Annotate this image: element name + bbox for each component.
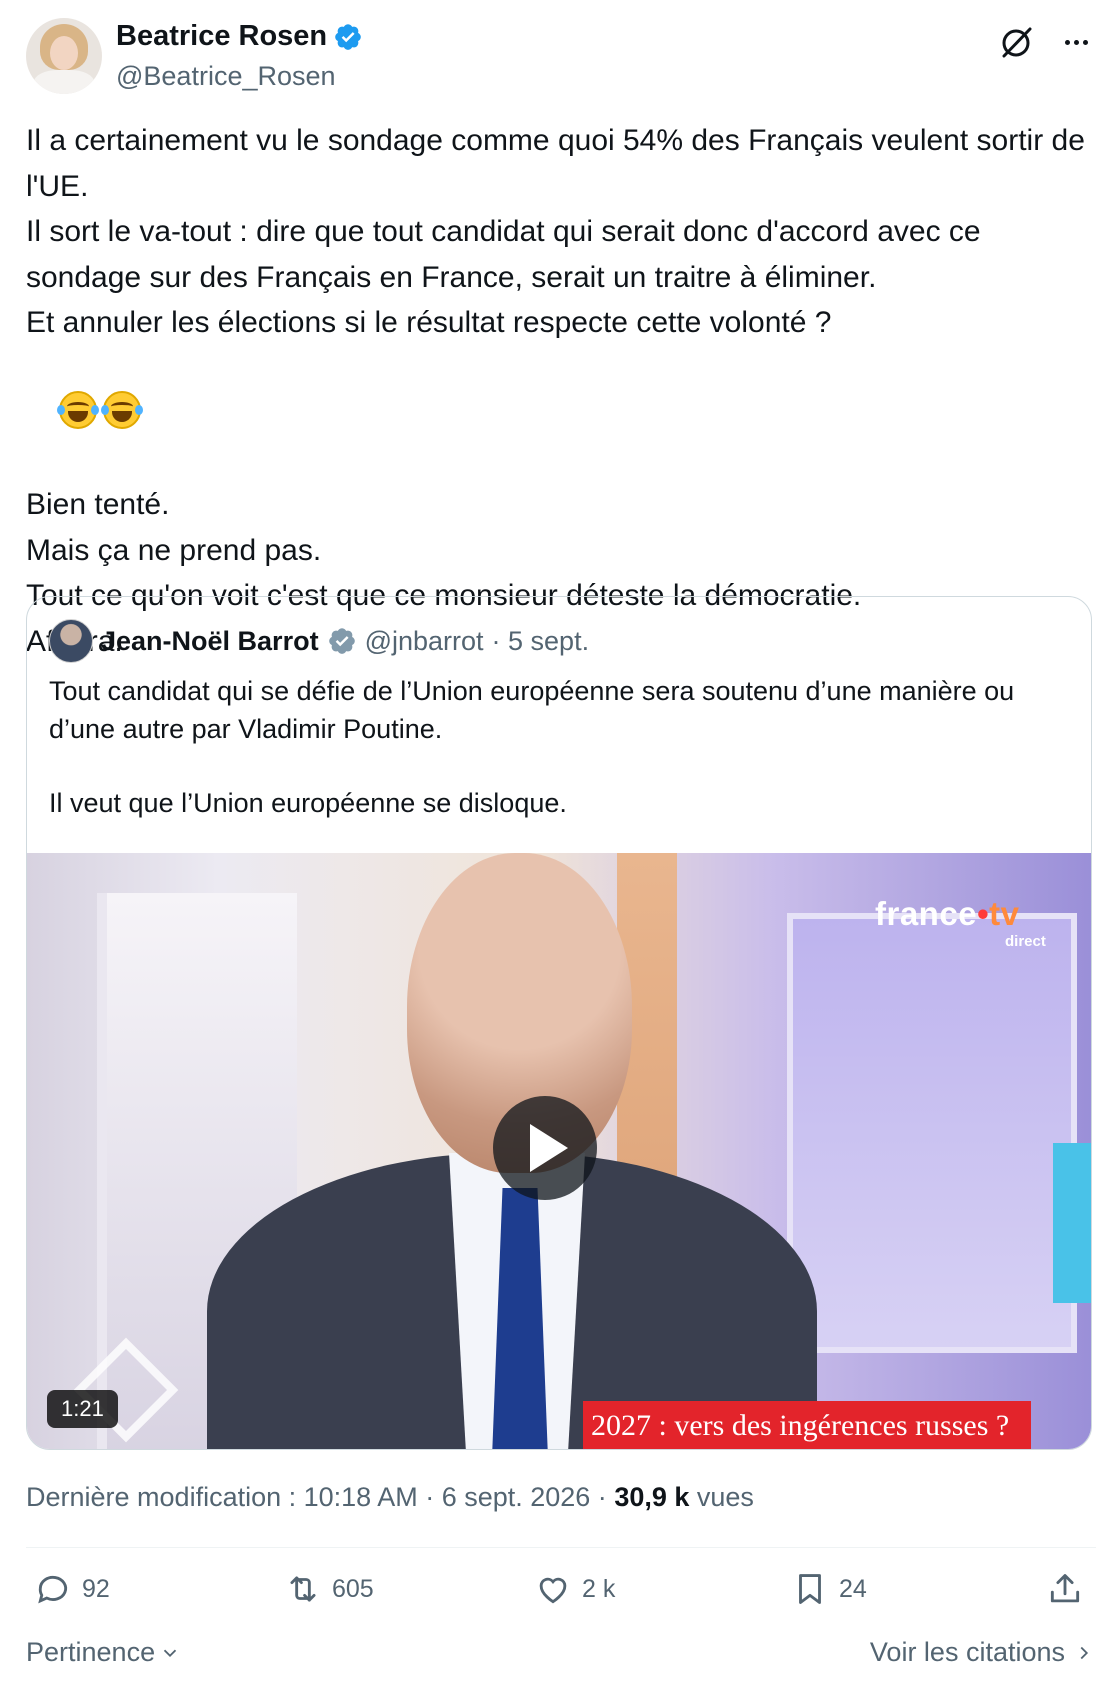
bookmark-count: 24 [839, 1574, 867, 1603]
author-avatar[interactable] [26, 18, 102, 94]
tweet-header: Beatrice Rosen @Beatrice_Rosen [26, 18, 1096, 98]
view-label: vues [689, 1482, 754, 1512]
like-button[interactable]: 2 k [534, 1570, 615, 1608]
more-options-icon[interactable] [1056, 22, 1096, 62]
avatar-face [50, 36, 78, 70]
divider [26, 1547, 1096, 1548]
face-with-tears-of-joy-icon [101, 391, 144, 429]
action-bar: 92 605 2 k 24 [26, 1570, 1096, 1630]
video-duration: 1:21 [47, 1390, 118, 1428]
tweet-line: Il sort le va-tout : dire que tout candi… [26, 215, 989, 294]
background-panel [1053, 1143, 1091, 1303]
tweet-line: Et annuler les élections si le résultat … [26, 306, 832, 339]
quoted-paragraph: Il veut que l’Union européenne se disloq… [49, 788, 567, 818]
view-quotes-link[interactable]: Voir les citations [870, 1637, 1095, 1668]
background-window [787, 913, 1077, 1353]
tweet-text: Il a certainement vu le sondage comme qu… [26, 118, 1096, 664]
share-button[interactable] [1046, 1570, 1084, 1608]
bookmark-icon [799, 1574, 821, 1604]
tweet-line: Bien tenté. [26, 488, 170, 521]
tweet-line: Mais ça ne prend pas. [26, 533, 322, 567]
heart-icon [539, 1577, 567, 1604]
sort-label: Pertinence [26, 1637, 156, 1667]
quoted-author-handle: @jnbarrot [364, 625, 484, 656]
quoted-tweet-card[interactable]: Jean-Noël Barrot @jnbarrot · 5 sept. Tou… [26, 596, 1092, 1450]
author-display-name[interactable]: Beatrice Rosen [116, 20, 327, 53]
emoji-line [26, 346, 1096, 483]
avatar-body [34, 70, 94, 94]
grok-icon[interactable] [996, 22, 1036, 62]
play-button-icon[interactable] [493, 1096, 597, 1200]
view-count: 30,9 k [614, 1482, 690, 1512]
sort-dropdown[interactable]: Pertinence [26, 1637, 181, 1668]
face-with-tears-of-joy-icon [57, 391, 100, 429]
repost-count: 605 [332, 1574, 374, 1603]
video-chyron: 2027 : vers des ingérences russes ? [583, 1401, 1031, 1449]
author-handle[interactable]: @Beatrice_Rosen [116, 61, 336, 92]
share-icon [1050, 1574, 1080, 1603]
quoted-tweet-header: Jean-Noël Barrot @jnbarrot · 5 sept. [49, 619, 589, 663]
bookmark-button[interactable]: 24 [791, 1570, 867, 1608]
reply-icon [38, 1575, 68, 1604]
view-quotes-label: Voir les citations [869, 1637, 1065, 1667]
repost-icon [290, 1576, 316, 1602]
france-tv-logo: france•tv [875, 895, 1020, 932]
quoted-paragraph: Tout candidat qui se défie de l’Union eu… [49, 676, 1022, 744]
quoted-tweet-date: · 5 sept. [491, 625, 590, 656]
like-count: 2 k [582, 1574, 616, 1603]
author-name-row: Beatrice Rosen [116, 20, 363, 53]
edit-timestamp[interactable]: Dernière modification : 10:18 AM · 6 sep… [26, 1482, 614, 1512]
verified-badge-icon[interactable] [333, 22, 363, 52]
quoted-tweet-text: Tout candidat qui se défie de l’Union eu… [49, 673, 1069, 823]
repost-button[interactable]: 605 [284, 1570, 374, 1608]
quoted-author-avatar [49, 619, 93, 663]
video-player[interactable]: france•tv direct 2027 : vers des ingéren… [27, 853, 1091, 1449]
tweet-line: Il a certainement vu le sondage comme qu… [26, 124, 1094, 203]
reply-button[interactable]: 92 [34, 1570, 110, 1608]
reply-count: 92 [82, 1574, 110, 1603]
france-tv-sublabel: direct [1005, 933, 1046, 950]
tweet-meta: Dernière modification : 10:18 AM · 6 sep… [26, 1482, 754, 1513]
quoted-author-name: Jean-Noël Barrot [101, 625, 319, 656]
chevron-right-icon [1080, 1646, 1089, 1659]
gray-verified-badge-icon [328, 628, 355, 654]
chevron-down-icon [163, 1649, 177, 1657]
